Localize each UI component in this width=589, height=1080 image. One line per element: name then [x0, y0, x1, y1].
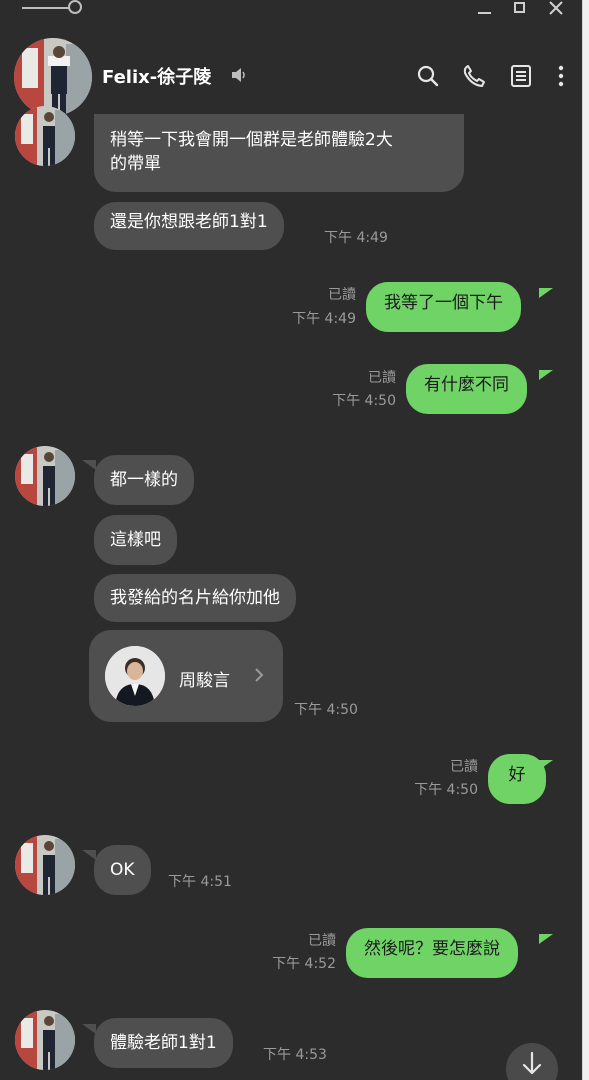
message-bubble[interactable]: 體驗老師1對1 — [94, 1018, 233, 1068]
contact-card-name: 周駿言 — [179, 671, 230, 691]
message-text: 我等了一個下午 — [384, 293, 503, 313]
message-bubble[interactable]: 我等了一個下午 — [366, 282, 521, 332]
bubble-tail — [82, 850, 96, 860]
message-time: 下午 4:52 — [272, 956, 336, 972]
close-icon — [549, 1, 563, 15]
message-bubble[interactable]: 有什麼不同 — [406, 364, 527, 414]
message-text: 稍等一下我會開一個群是老師體驗2大 — [110, 130, 393, 150]
edge-line — [582, 0, 583, 1080]
message-bubble[interactable]: 這樣吧 — [94, 515, 177, 565]
message-text: 體驗老師1對1 — [110, 1033, 217, 1053]
message-time: 下午 4:49 — [292, 311, 356, 327]
speaker-icon[interactable] — [230, 66, 248, 84]
bubble-tail — [539, 760, 553, 770]
sender-avatar[interactable] — [15, 835, 75, 895]
message-time: 下午 4:51 — [168, 874, 232, 890]
message-time: 下午 4:53 — [263, 1047, 327, 1063]
arrow-down-icon — [522, 1051, 542, 1075]
bubble-tail — [539, 288, 553, 298]
message-text: 然後呢？要怎麼說 — [364, 939, 500, 959]
message-bubble[interactable]: 好 — [488, 754, 546, 804]
message-text: 都一樣的 — [110, 470, 178, 490]
minimize-button[interactable] — [474, 0, 494, 18]
chevron-right-icon — [255, 668, 264, 682]
read-receipt: 已讀 — [368, 370, 396, 386]
sender-avatar[interactable] — [15, 106, 75, 166]
read-receipt: 已讀 — [308, 933, 336, 949]
close-button[interactable] — [546, 0, 566, 18]
message-text: 還是你想跟老師1對1 — [110, 212, 268, 232]
message-text: 我發給的名片給你加他 — [110, 588, 280, 608]
message-bubble[interactable]: 還是你想跟老師1對1 — [94, 202, 284, 250]
notes-icon[interactable] — [508, 63, 534, 89]
sender-avatar[interactable] — [15, 446, 75, 506]
sender-avatar[interactable] — [15, 1010, 75, 1070]
message-text: 好 — [508, 765, 526, 785]
contact-avatar[interactable] — [14, 38, 92, 116]
search-icon[interactable] — [415, 63, 441, 89]
contact-card-photo — [105, 646, 165, 706]
maximize-icon — [513, 2, 525, 13]
message-time: 下午 4:50 — [332, 393, 396, 409]
message-bubble[interactable]: 都一樣的 — [94, 455, 194, 505]
chat-header: Felix-徐子陵 — [0, 28, 582, 123]
message-bubble[interactable]: 然後呢？要怎麼說 — [346, 928, 518, 978]
message-bubble[interactable]: 我發給的名片給你加他 — [94, 574, 296, 622]
phone-icon[interactable] — [461, 63, 487, 89]
message-time: 下午 4:49 — [324, 230, 388, 246]
message-time: 下午 4:50 — [414, 782, 478, 798]
message-text: 的帶單 — [110, 154, 161, 174]
chat-window: Felix-徐子陵 稍等一下我會開一個群是老師體驗2大 的帶單 還是你想跟老師1… — [0, 0, 582, 1080]
minimize-icon — [477, 12, 491, 14]
maximize-button[interactable] — [509, 0, 529, 18]
read-receipt: 已讀 — [328, 287, 356, 303]
contact-name[interactable]: Felix-徐子陵 — [102, 63, 211, 89]
read-receipt: 已讀 — [450, 759, 478, 775]
bubble-tail — [82, 460, 96, 470]
message-time: 下午 4:50 — [294, 702, 358, 718]
bubble-tail — [539, 934, 553, 944]
message-text: OK — [110, 860, 135, 880]
message-bubble[interactable]: OK — [94, 845, 151, 895]
message-text: 有什麼不同 — [424, 375, 509, 395]
opacity-slider-track[interactable] — [22, 7, 72, 9]
scroll-to-bottom-button[interactable] — [506, 1043, 558, 1080]
title-bar — [0, 0, 582, 22]
message-bubble[interactable]: 稍等一下我會開一個群是老師體驗2大 的帶單 — [94, 114, 464, 192]
opacity-slider-knob[interactable] — [68, 0, 82, 14]
message-text: 這樣吧 — [110, 530, 161, 550]
bubble-tail — [539, 370, 553, 380]
more-icon[interactable] — [548, 63, 574, 89]
contact-card[interactable]: 周駿言 — [89, 630, 283, 722]
window-edge — [582, 0, 589, 1080]
bubble-tail — [82, 1024, 96, 1034]
